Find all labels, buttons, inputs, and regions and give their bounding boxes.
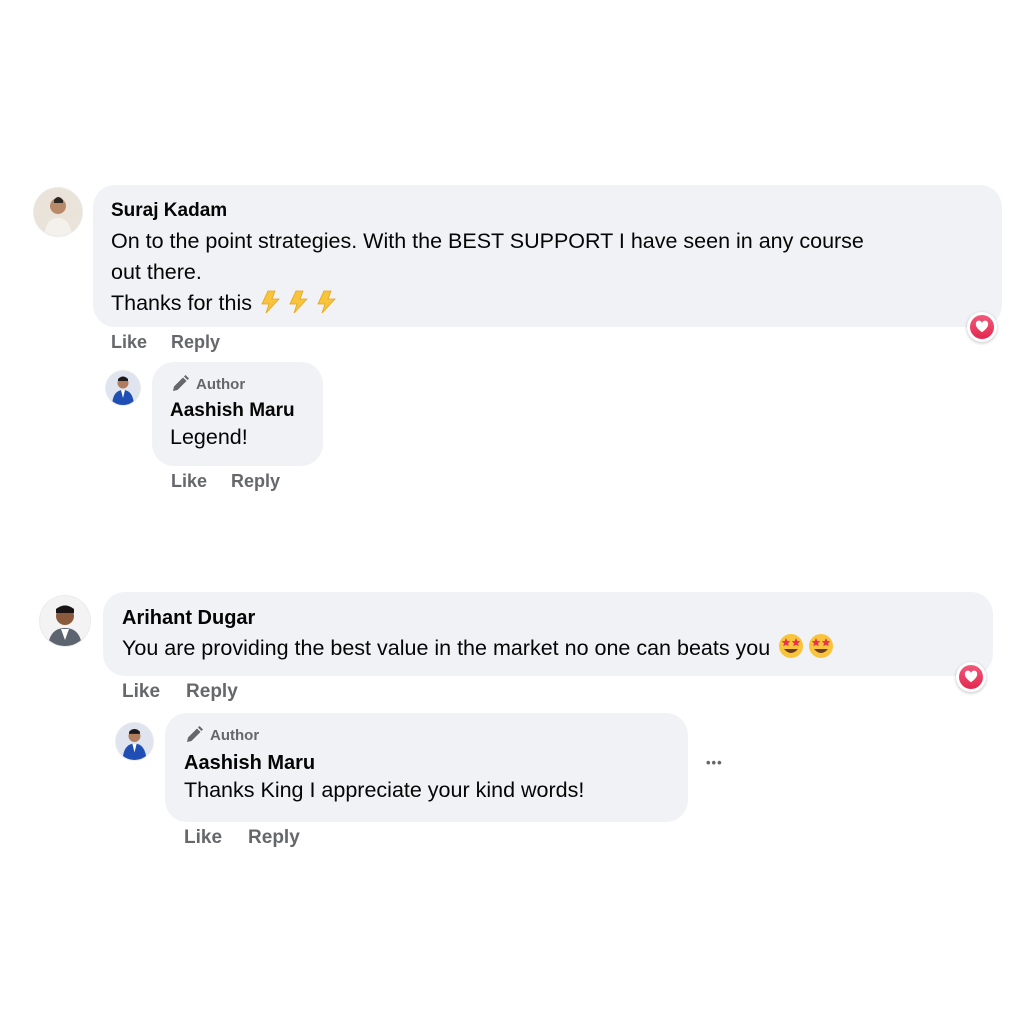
- heart-reaction-icon[interactable]: [967, 312, 997, 342]
- reply-author-name[interactable]: Aashish Maru: [170, 400, 305, 422]
- avatar-suraj-kadam[interactable]: [34, 188, 82, 236]
- reply-button[interactable]: Reply: [186, 681, 238, 703]
- author-badge-label: Author: [210, 726, 260, 744]
- author-badge: Author: [184, 725, 669, 745]
- reply-button[interactable]: Reply: [231, 471, 280, 492]
- like-button[interactable]: Like: [122, 681, 160, 703]
- reply-actions: Like Reply: [184, 827, 300, 849]
- comment-actions: Like Reply: [122, 681, 238, 703]
- comment-author-name[interactable]: Suraj Kadam: [111, 200, 984, 222]
- more-options-icon[interactable]: •••: [706, 755, 723, 770]
- comment-text-line: On to the point strategies. With the BES…: [111, 229, 864, 253]
- heart-reaction-icon[interactable]: [956, 662, 986, 692]
- reply-author-name[interactable]: Aashish Maru: [184, 751, 669, 775]
- comment-bubble-arihant-dugar: Arihant Dugar You are providing the best…: [103, 592, 993, 676]
- comment-author-name[interactable]: Arihant Dugar: [122, 606, 974, 630]
- like-button[interactable]: Like: [111, 332, 147, 353]
- comment-text-line: out there.: [111, 260, 202, 284]
- reply-text: Legend!: [170, 425, 248, 449]
- comment-text: You are providing the best value in the …: [122, 636, 771, 660]
- comment-actions: Like Reply: [111, 332, 220, 353]
- avatar-arihant-dugar[interactable]: [40, 596, 90, 646]
- author-badge: Author: [170, 374, 305, 394]
- comment-bubble-suraj-kadam: Suraj Kadam On to the point strategies. …: [93, 185, 1002, 327]
- reply-text: Thanks King I appreciate your kind words…: [184, 778, 585, 802]
- pencil-icon: [173, 375, 189, 391]
- like-button[interactable]: Like: [171, 471, 207, 492]
- reply-button[interactable]: Reply: [171, 332, 220, 353]
- like-button[interactable]: Like: [184, 827, 222, 849]
- reply-actions: Like Reply: [171, 471, 280, 492]
- reply-button[interactable]: Reply: [248, 827, 300, 849]
- comment-text-line: Thanks for this: [111, 288, 984, 323]
- reply-bubble-aashish-maru: Author Aashish Maru Legend!: [152, 362, 323, 466]
- avatar-aashish-maru[interactable]: [116, 723, 153, 760]
- reply-bubble-aashish-maru: Author Aashish Maru Thanks King I apprec…: [165, 713, 688, 822]
- author-badge-label: Author: [196, 375, 246, 393]
- pencil-icon: [187, 726, 203, 742]
- avatar-aashish-maru[interactable]: [106, 371, 140, 405]
- comment-text-line: You are providing the best value in the …: [122, 632, 974, 668]
- comment-text: Thanks for this: [111, 291, 252, 315]
- lightning-bolt-emoji-icon: [260, 290, 344, 323]
- star-struck-emoji-icon: [778, 633, 836, 668]
